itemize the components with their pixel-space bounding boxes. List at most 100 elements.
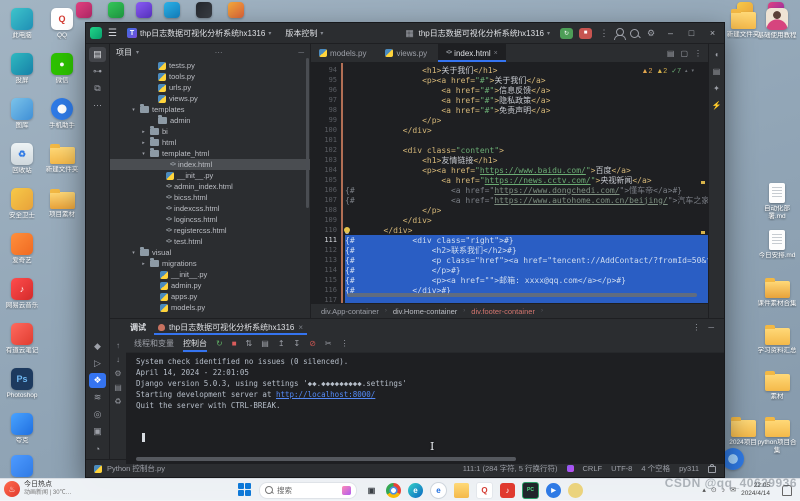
tab-close-icon[interactable]: × — [494, 50, 498, 57]
indent-style[interactable]: 4 个空格 — [641, 463, 670, 474]
taskbar-clock[interactable]: 22:05 2024/4/14 — [741, 482, 770, 498]
right-tool-icon[interactable]: ◖ — [714, 50, 719, 59]
line-number[interactable]: 105 — [311, 176, 345, 184]
line-number[interactable]: 117 — [311, 296, 345, 303]
desktop-shortcut[interactable]: 基础使用教程 — [757, 8, 797, 40]
desktop-icon[interactable] — [196, 2, 212, 18]
tool-window-icon[interactable]: ▣ — [89, 424, 106, 439]
tree-row[interactable]: models.py — [110, 302, 310, 313]
tree-row[interactable]: tests.py — [110, 60, 310, 71]
right-tool-icon[interactable]: ✦ — [713, 84, 720, 93]
line-number[interactable]: 104 — [311, 166, 345, 174]
line-number[interactable]: 102 — [311, 146, 345, 154]
breadcrumb-item[interactable]: div.Home-container — [393, 307, 457, 316]
tray-icon[interactable]: ♪ — [722, 487, 726, 494]
console-action-icon[interactable]: ■ — [232, 339, 237, 348]
interpreter[interactable]: py311 — [679, 464, 699, 473]
desktop-icon[interactable] — [228, 2, 244, 18]
tree-row[interactable]: <> index.html — [110, 159, 310, 170]
desktop-shortcut[interactable]: 此电脑 — [2, 8, 42, 40]
tree-chevron-icon[interactable]: ▾ — [130, 107, 137, 113]
status-left-text[interactable]: Python 控制台.py — [107, 463, 165, 474]
console-action-icon[interactable]: ⇅ — [246, 339, 253, 348]
desktop-shortcut[interactable]: 爱奇艺 — [2, 233, 42, 265]
tree-row[interactable]: <> registercss.html — [110, 225, 310, 236]
debug-strip-icon[interactable]: ↑ — [116, 341, 120, 350]
tool-window-icon[interactable]: ◔ — [89, 441, 106, 456]
panel-option-icon[interactable]: ─ — [708, 323, 714, 332]
desktop-shortcut[interactable]: 自动化部署.md — [757, 183, 797, 221]
breadcrumb-item[interactable]: div.footer-container — [471, 307, 535, 316]
tree-chevron-icon[interactable]: ▸ — [140, 140, 147, 146]
line-number[interactable]: 107 — [311, 196, 345, 204]
tree-row[interactable]: <> logincss.html — [110, 214, 310, 225]
tree-row[interactable]: <> test.html — [110, 236, 310, 247]
breadcrumb-item[interactable]: div.App-container — [321, 307, 379, 316]
tree-row[interactable]: admin.py — [110, 280, 310, 291]
console-action-icon[interactable]: ↻ — [216, 339, 223, 348]
settings-gear-icon[interactable]: ⚙ — [645, 28, 657, 39]
desktop-shortcut[interactable]: 投屏 — [2, 53, 42, 85]
lock-icon[interactable] — [708, 466, 716, 473]
console-action-icon[interactable]: ⋮ — [341, 339, 349, 348]
taskbar-app-icon[interactable]: PC — [522, 482, 539, 499]
desktop-icon[interactable] — [136, 2, 152, 18]
caret-position[interactable]: 111:1 (284 字符, 5 行换行符) — [463, 463, 558, 474]
line-number[interactable]: 94 — [311, 66, 345, 74]
tree-row[interactable]: __init__.py — [110, 170, 310, 181]
right-tool-icon[interactable]: ▤ — [713, 67, 721, 76]
more-actions-icon[interactable]: ⋮ — [598, 28, 610, 39]
debug-strip-icon[interactable]: ♻ — [114, 397, 121, 406]
run-config-selector[interactable]: ▦ thp日志数据可视化分析系统hx1316 ▾ — [400, 27, 554, 40]
intention-bulb-icon[interactable] — [344, 227, 350, 233]
tray-icon[interactable]: ⊙ — [711, 486, 717, 494]
line-number[interactable]: 106 — [311, 186, 345, 194]
taskbar-app-icon[interactable] — [568, 483, 583, 498]
tree-row[interactable]: ▸ bi — [110, 126, 310, 137]
taskbar-app-icon[interactable] — [386, 483, 401, 498]
tree-row[interactable]: <> bicss.html — [110, 192, 310, 203]
tree-chevron-icon[interactable]: ▾ — [130, 250, 137, 256]
window-close-button[interactable]: × — [705, 28, 720, 38]
tree-chevron-icon[interactable]: ▸ — [140, 129, 147, 135]
desktop-shortcut[interactable]: 学习资料汇总 — [757, 324, 797, 355]
console-action-icon[interactable]: ↧ — [294, 339, 301, 348]
desktop-shortcut[interactable]: ● 微信 — [42, 53, 82, 85]
tool-window-icon[interactable]: ◎ — [89, 407, 106, 422]
inspections-widget[interactable]: ▲2 ▲2 ✓7 ▴ ▾ — [642, 67, 694, 75]
line-number[interactable]: 116 — [311, 286, 345, 294]
desktop-shortcut[interactable]: 课件素材合集 — [757, 277, 797, 308]
tree-row[interactable]: __init__.py — [110, 269, 310, 280]
project-selector[interactable]: T thp日志数据可视化分析系统hx1316 ▾ — [123, 27, 275, 40]
panel-hide-icon[interactable]: ─ — [298, 48, 304, 57]
line-number[interactable]: 99 — [311, 116, 345, 124]
debug-rerun-button[interactable]: ↻ — [560, 28, 573, 39]
editor-tab[interactable]: views.py — [377, 44, 438, 62]
line-number[interactable]: 101 — [311, 136, 345, 144]
tray-icon[interactable]: ▴ — [702, 486, 706, 494]
desktop-shortcut[interactable]: ♻ 回收站 — [2, 143, 42, 175]
notification-bell-icon[interactable] — [782, 485, 792, 496]
next-issue-icon[interactable]: ▾ — [691, 68, 694, 74]
editor-layout-icon[interactable]: ▤ — [667, 49, 675, 58]
desktop-shortcut[interactable]: ♪ 网易云音乐 — [2, 278, 42, 310]
tool-window-icon[interactable]: ⋯ — [89, 98, 106, 113]
editor-tab[interactable]: <> index.html × — [438, 44, 506, 62]
tree-row[interactable]: ▾ templates — [110, 104, 310, 115]
tree-chevron-icon[interactable]: ▸ — [140, 261, 147, 267]
desktop-shortcut[interactable]: 新建文件夹 — [42, 143, 82, 174]
tree-row[interactable]: tools.py — [110, 71, 310, 82]
tab-close-icon[interactable]: × — [298, 323, 303, 332]
desktop-icon[interactable] — [164, 2, 180, 18]
tree-row[interactable]: ▾ visual — [110, 247, 310, 258]
project-panel-header[interactable]: 项目 ▾ ⋯ ─ — [110, 44, 310, 60]
tree-row[interactable]: <> admin_index.html — [110, 181, 310, 192]
tree-row[interactable]: ▸ html — [110, 137, 310, 148]
desktop-shortcut[interactable]: 项目素材 — [42, 188, 82, 219]
line-number[interactable]: 96 — [311, 86, 345, 94]
console-action-icon[interactable]: ▤ — [261, 339, 269, 348]
code-editor[interactable]: 94 <h1>关于我们</h1> 95 <p><a href="#">关于我们<… — [311, 63, 708, 303]
ai-assistant-icon[interactable] — [567, 465, 574, 472]
desktop-shortcut[interactable]: Ps Photoshop — [2, 368, 42, 400]
debug-strip-icon[interactable]: ⚙ — [114, 369, 121, 378]
